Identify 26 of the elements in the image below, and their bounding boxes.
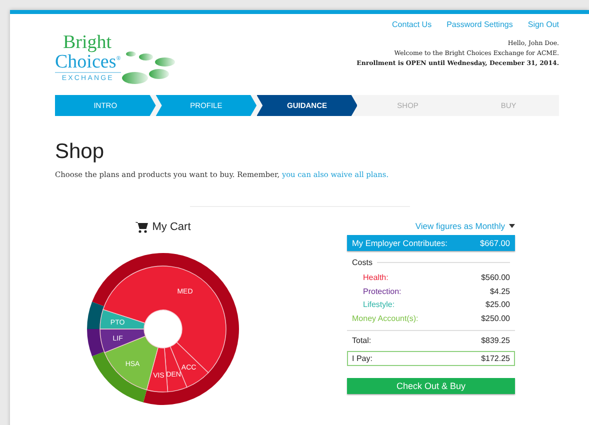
pay-label: I Pay:: [352, 354, 372, 362]
costs-heading: Costs: [352, 258, 372, 267]
nav-link[interactable]: Password Settings: [446, 20, 513, 29]
cost-value: $4.25: [490, 286, 510, 297]
employer-label: My Employer Contributes:: [352, 238, 448, 248]
cost-label: Protection:: [363, 286, 402, 297]
logo-text: Bright: [62, 34, 113, 51]
cost-value: $560.00: [481, 272, 510, 284]
cost-value: $25.00: [486, 299, 510, 310]
nav-link[interactable]: Sign Out: [528, 20, 559, 29]
employer-value: $667.00: [480, 238, 510, 248]
cost-label: Lifestyle:: [363, 299, 395, 310]
checkout-button[interactable]: Check Out & Buy: [347, 378, 515, 394]
caret-icon: [509, 224, 515, 228]
page-title: Shop: [55, 140, 106, 164]
cost-label: Health:: [363, 272, 388, 284]
pay-value: $172.25: [481, 354, 510, 362]
logo-text: Choices$^{®}$: [55, 51, 121, 70]
total-value: $839.25: [481, 335, 510, 346]
cost-label: Money Account(s):: [352, 312, 418, 324]
cart-title: My Cart: [152, 221, 191, 233]
cart-icon: [135, 221, 148, 233]
cost-value: $250.00: [481, 312, 510, 324]
nav-link[interactable]: Contact Us: [392, 20, 432, 29]
view-toggle[interactable]: View figures as Monthly: [415, 221, 505, 231]
total-label: Total:: [352, 335, 372, 346]
